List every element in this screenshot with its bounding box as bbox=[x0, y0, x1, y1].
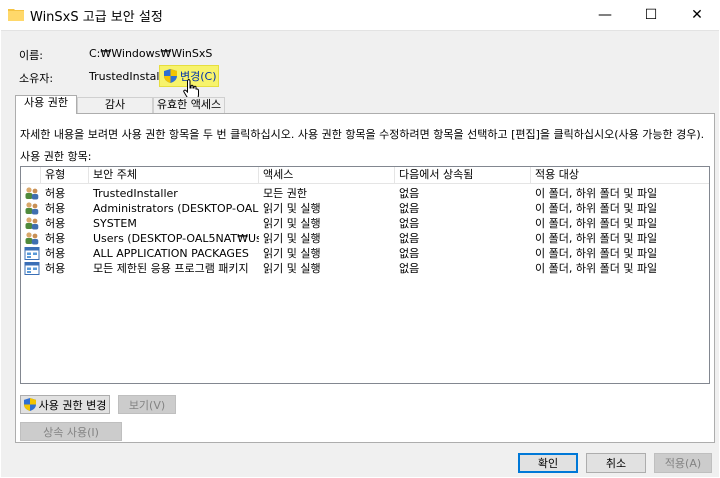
minimize-button[interactable]: — bbox=[582, 0, 628, 30]
cell-inherited: 없음 bbox=[399, 262, 420, 275]
table-row[interactable]: 허용 모든 제한된 응용 프로그램 패키지 읽기 및 실행 없음 이 폴더, 하위 폴더… bbox=[21, 261, 709, 276]
permission-entries-list[interactable]: 유형 보안 주체 액세스 다음에서 상속됨 적용 대상 허용 TrustedIns… bbox=[20, 166, 710, 384]
cell-access: 모든 권한 bbox=[263, 187, 307, 200]
cell-type: 허용 bbox=[45, 247, 66, 260]
table-row[interactable]: 허용 TrustedInstaller 모든 권한 없음 이 폴더, 하위 폴더 및 파… bbox=[21, 186, 709, 201]
folder-icon bbox=[8, 9, 24, 21]
table-row[interactable]: 허용 Users (DESKTOP-OAL5NAT₩Users) 읽기 및 실행 없음… bbox=[21, 231, 709, 246]
package-icon bbox=[24, 261, 40, 276]
cell-principal: ALL APPLICATION PACKAGES bbox=[93, 247, 249, 260]
cell-access: 읽기 및 실행 bbox=[263, 202, 321, 215]
column-applies[interactable]: 적용 대상 bbox=[531, 167, 711, 184]
column-access[interactable]: 액세스 bbox=[259, 167, 395, 184]
entries-label: 사용 권한 항목: bbox=[20, 150, 92, 163]
cell-principal: SYSTEM bbox=[93, 217, 137, 230]
cell-inherited: 없음 bbox=[399, 187, 420, 200]
cell-access: 읽기 및 실행 bbox=[263, 217, 321, 230]
view-button[interactable]: 보기(V) bbox=[118, 395, 176, 414]
cell-applies: 이 폴더, 하위 폴더 및 파일 bbox=[535, 262, 658, 275]
dialog-body: 이름: C:₩Windows₩WinSxS 소유자: TrustedInstal… bbox=[1, 30, 719, 477]
cell-inherited: 없음 bbox=[399, 247, 420, 260]
shield-icon bbox=[164, 69, 177, 83]
cell-applies: 이 폴더, 하위 폴더 및 파일 bbox=[535, 232, 658, 245]
cell-applies: 이 폴더, 하위 폴더 및 파일 bbox=[535, 247, 658, 260]
cell-access: 읽기 및 실행 bbox=[263, 232, 321, 245]
users-icon bbox=[24, 231, 40, 246]
enable-inheritance-button[interactable]: 상속 사용(I) bbox=[20, 422, 122, 441]
column-type[interactable]: 유형 bbox=[41, 167, 89, 184]
cell-inherited: 없음 bbox=[399, 217, 420, 230]
table-row[interactable]: 허용 ALL APPLICATION PACKAGES 읽기 및 실행 없음 이 폴더,… bbox=[21, 246, 709, 261]
change-permissions-label: 사용 권한 변경 bbox=[38, 398, 107, 412]
name-value: C:₩Windows₩WinSxS bbox=[89, 47, 213, 60]
list-header: 유형 보안 주체 액세스 다음에서 상속됨 적용 대상 bbox=[21, 167, 709, 184]
cell-type: 허용 bbox=[45, 217, 66, 230]
window-title: WinSxS 고급 보안 설정 bbox=[30, 10, 163, 25]
column-icon bbox=[21, 167, 41, 184]
maximize-button[interactable]: ☐ bbox=[628, 0, 674, 30]
shield-icon bbox=[23, 398, 36, 411]
ok-button[interactable]: 확인 bbox=[518, 453, 578, 473]
cell-principal: Users (DESKTOP-OAL5NAT₩Users) bbox=[93, 232, 259, 245]
apply-button[interactable]: 적용(A) bbox=[654, 453, 712, 473]
users-icon bbox=[24, 216, 40, 231]
close-button[interactable]: ✕ bbox=[674, 0, 720, 30]
table-row[interactable]: 허용 SYSTEM 읽기 및 실행 없음 이 폴더, 하위 폴더 및 파일 bbox=[21, 216, 709, 231]
package-icon bbox=[24, 246, 40, 261]
cell-principal: TrustedInstaller bbox=[93, 187, 178, 200]
cell-inherited: 없음 bbox=[399, 232, 420, 245]
cell-principal: 모든 제한된 응용 프로그램 패키지 bbox=[93, 262, 249, 275]
cancel-button[interactable]: 취소 bbox=[586, 453, 646, 473]
tab-effective-access[interactable]: 유효한 액세스 bbox=[153, 97, 225, 113]
name-label: 이름: bbox=[19, 49, 43, 62]
cell-type: 허용 bbox=[45, 187, 66, 200]
cell-principal: Administrators (DESKTOP-OAL5NA... bbox=[93, 202, 259, 215]
column-principal[interactable]: 보안 주체 bbox=[89, 167, 259, 184]
change-permissions-button[interactable]: 사용 권한 변경 bbox=[20, 395, 110, 414]
users-icon bbox=[24, 201, 40, 216]
cell-inherited: 없음 bbox=[399, 202, 420, 215]
title-bar: WinSxS 고급 보안 설정 — ☐ ✕ bbox=[0, 0, 720, 30]
cell-access: 읽기 및 실행 bbox=[263, 247, 321, 260]
cell-applies: 이 폴더, 하위 폴더 및 파일 bbox=[535, 187, 658, 200]
cell-applies: 이 폴더, 하위 폴더 및 파일 bbox=[535, 217, 658, 230]
owner-label: 소유자: bbox=[19, 72, 54, 85]
permissions-panel: 자세한 내용을 보려면 사용 권한 항목을 두 번 클릭하십시오. 사용 권한 … bbox=[15, 113, 715, 443]
cell-applies: 이 폴더, 하위 폴더 및 파일 bbox=[535, 202, 658, 215]
cell-type: 허용 bbox=[45, 232, 66, 245]
cell-access: 읽기 및 실행 bbox=[263, 262, 321, 275]
column-inherited[interactable]: 다음에서 상속됨 bbox=[395, 167, 531, 184]
table-row[interactable]: 허용 Administrators (DESKTOP-OAL5NA... 읽기 및 … bbox=[21, 201, 709, 216]
description-text: 자세한 내용을 보려면 사용 권한 항목을 두 번 클릭하십시오. 사용 권한 … bbox=[20, 128, 705, 141]
cell-type: 허용 bbox=[45, 202, 66, 215]
users-icon bbox=[24, 186, 40, 201]
tab-audit[interactable]: 감사 bbox=[77, 97, 153, 113]
tab-permissions[interactable]: 사용 권한 bbox=[15, 95, 77, 114]
cell-type: 허용 bbox=[45, 262, 66, 275]
